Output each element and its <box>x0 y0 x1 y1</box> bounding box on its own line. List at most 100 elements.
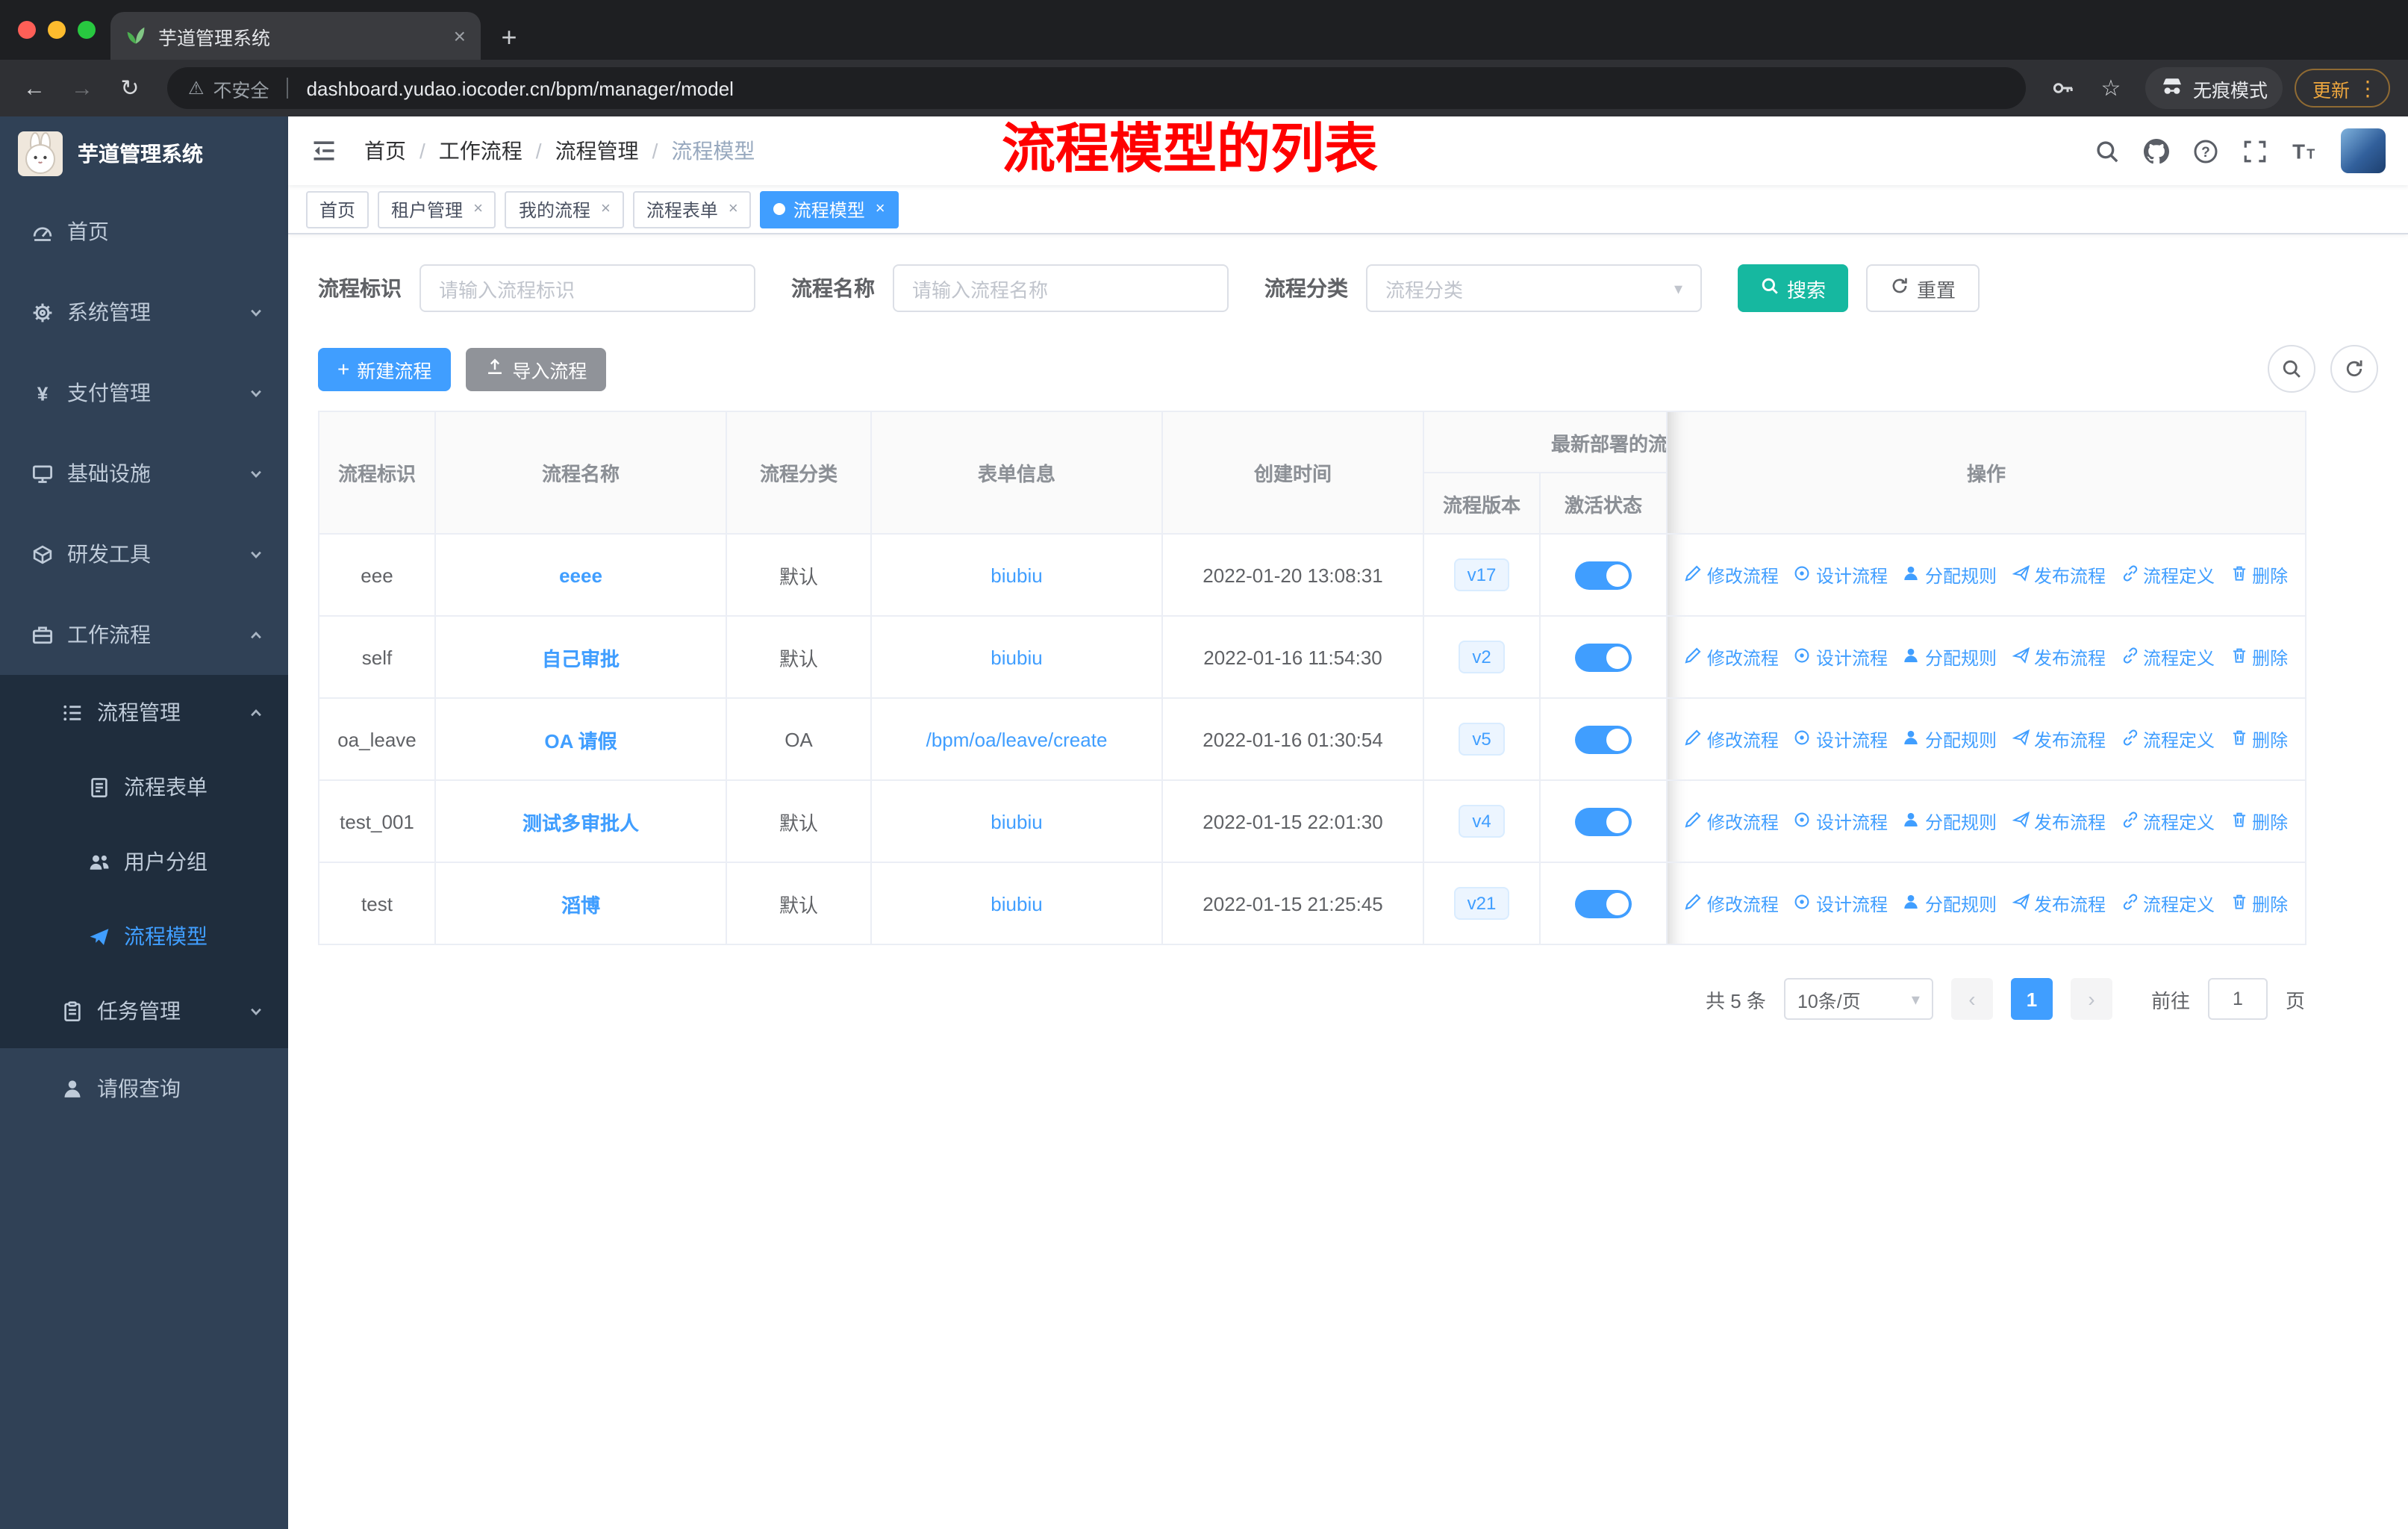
activation-toggle[interactable] <box>1575 889 1632 918</box>
tag-home[interactable]: 首页 <box>306 190 369 228</box>
page-1-button[interactable]: 1 <box>2010 978 2053 1020</box>
form-info-link[interactable]: /bpm/oa/leave/create <box>926 728 1108 750</box>
process-name-input[interactable]: 请输入流程名称 <box>893 264 1229 312</box>
assign-rule-link[interactable]: 分配规则 <box>1903 891 1997 916</box>
tag-close-icon[interactable]: × <box>601 200 611 218</box>
design-link[interactable]: 设计流程 <box>1794 891 1888 916</box>
sidebar-item-user-group[interactable]: 用户分组 <box>0 824 288 899</box>
browser-menu-icon[interactable]: ⋮ <box>2357 75 2378 101</box>
model-name-link[interactable]: eeee <box>559 564 602 586</box>
sidebar-item-task-mgmt[interactable]: 任务管理 <box>0 974 288 1048</box>
delete-link[interactable]: 删除 <box>2230 562 2288 588</box>
publish-link[interactable]: 发布流程 <box>2011 644 2106 670</box>
modify-link[interactable]: 修改流程 <box>1685 891 1779 916</box>
next-page-button[interactable]: › <box>2070 978 2112 1020</box>
search-button[interactable]: 搜索 <box>1738 264 1849 312</box>
form-info-link[interactable]: biubiu <box>991 892 1042 915</box>
close-window-button[interactable] <box>18 21 36 39</box>
tag-tenant-mgmt[interactable]: 租户管理 × <box>378 190 496 228</box>
sidebar-item-process-mgmt[interactable]: 流程管理 <box>0 675 288 750</box>
sidebar-item-process-model[interactable]: 流程模型 <box>0 899 288 974</box>
forward-button[interactable]: → <box>60 66 105 110</box>
breadcrumb-item[interactable]: 工作流程 <box>439 136 523 166</box>
tab-close-icon[interactable]: × <box>454 24 466 48</box>
delete-link[interactable]: 删除 <box>2230 726 2288 752</box>
model-name-link[interactable]: OA 请假 <box>544 729 617 752</box>
assign-rule-link[interactable]: 分配规则 <box>1903 726 1997 752</box>
sidebar-item-home[interactable]: 首页 <box>0 191 288 272</box>
sidebar-item-system-mgmt[interactable]: 系统管理 <box>0 272 288 352</box>
tag-close-icon[interactable]: × <box>876 200 885 218</box>
form-info-link[interactable]: biubiu <box>991 810 1042 832</box>
model-name-link[interactable]: 滔博 <box>561 894 600 916</box>
import-model-button[interactable]: 导入流程 <box>466 347 607 390</box>
form-info-link[interactable]: biubiu <box>991 564 1042 586</box>
activation-toggle[interactable] <box>1575 725 1632 753</box>
definition-link[interactable]: 流程定义 <box>2121 809 2215 834</box>
tag-process-model[interactable]: 流程模型 × <box>760 190 899 228</box>
sidebar-item-process-form[interactable]: 流程表单 <box>0 750 288 824</box>
assign-rule-link[interactable]: 分配规则 <box>1903 644 1997 670</box>
assign-rule-link[interactable]: 分配规则 <box>1903 562 1997 588</box>
browser-tab[interactable]: 芋道管理系统 × <box>110 12 481 60</box>
definition-link[interactable]: 流程定义 <box>2121 726 2215 752</box>
bookmark-star-icon[interactable]: ☆ <box>2089 66 2133 110</box>
definition-link[interactable]: 流程定义 <box>2121 891 2215 916</box>
sidebar-item-workflow[interactable]: 工作流程 <box>0 594 288 675</box>
modify-link[interactable]: 修改流程 <box>1685 562 1779 588</box>
design-link[interactable]: 设计流程 <box>1794 809 1888 834</box>
zoom-window-button[interactable] <box>78 21 96 39</box>
definition-link[interactable]: 流程定义 <box>2121 644 2215 670</box>
reload-button[interactable]: ↻ <box>107 66 152 110</box>
design-link[interactable]: 设计流程 <box>1794 644 1888 670</box>
activation-toggle[interactable] <box>1575 561 1632 589</box>
activation-toggle[interactable] <box>1575 807 1632 835</box>
activation-toggle[interactable] <box>1575 643 1632 671</box>
password-key-icon[interactable] <box>2041 66 2086 110</box>
breadcrumb-item[interactable]: 流程管理 <box>555 136 639 166</box>
delete-link[interactable]: 删除 <box>2230 809 2288 834</box>
process-category-select[interactable]: 流程分类 ▾ <box>1366 264 1702 312</box>
search-icon[interactable] <box>2094 138 2120 164</box>
modify-link[interactable]: 修改流程 <box>1685 726 1779 752</box>
delete-link[interactable]: 删除 <box>2230 891 2288 916</box>
update-button[interactable]: 更新 ⋮ <box>2294 69 2390 108</box>
tag-close-icon[interactable]: × <box>729 200 738 218</box>
breadcrumb-item[interactable]: 首页 <box>364 136 406 166</box>
font-size-icon[interactable]: TT <box>2292 138 2317 164</box>
tag-my-process[interactable]: 我的流程 × <box>505 190 624 228</box>
create-model-button[interactable]: + 新建流程 <box>318 347 452 390</box>
address-bar[interactable]: ⚠ 不安全 dashboard.yudao.iocoder.cn/bpm/man… <box>167 67 2026 109</box>
toggle-search-button[interactable] <box>2268 345 2315 393</box>
model-name-link[interactable]: 测试多审批人 <box>523 812 639 834</box>
publish-link[interactable]: 发布流程 <box>2011 726 2106 752</box>
sidebar-item-dev-tools[interactable]: 研发工具 <box>0 514 288 594</box>
publish-link[interactable]: 发布流程 <box>2011 891 2106 916</box>
delete-link[interactable]: 删除 <box>2230 644 2288 670</box>
prev-page-button[interactable]: ‹ <box>1950 978 1993 1020</box>
design-link[interactable]: 设计流程 <box>1794 562 1888 588</box>
modify-link[interactable]: 修改流程 <box>1685 809 1779 834</box>
form-info-link[interactable]: biubiu <box>991 646 1042 668</box>
tag-close-icon[interactable]: × <box>473 200 483 218</box>
fold-sidebar-icon[interactable] <box>311 137 337 164</box>
design-link[interactable]: 设计流程 <box>1794 726 1888 752</box>
modify-link[interactable]: 修改流程 <box>1685 644 1779 670</box>
new-tab-button[interactable]: + <box>487 15 531 60</box>
publish-link[interactable]: 发布流程 <box>2011 562 2106 588</box>
github-icon[interactable] <box>2144 138 2169 164</box>
process-key-input[interactable]: 请输入流程标识 <box>419 264 755 312</box>
reset-button[interactable]: 重置 <box>1866 264 1980 312</box>
refresh-table-button[interactable] <box>2330 345 2378 393</box>
publish-link[interactable]: 发布流程 <box>2011 809 2106 834</box>
help-icon[interactable]: ? <box>2193 138 2218 164</box>
sidebar-item-infrastructure[interactable]: 基础设施 <box>0 433 288 514</box>
back-button[interactable]: ← <box>12 66 57 110</box>
fullscreen-icon[interactable] <box>2242 138 2268 164</box>
sidebar-item-leave-query[interactable]: 请假查询 <box>0 1048 288 1129</box>
page-size-select[interactable]: 10条/页 ▾ <box>1783 978 1933 1020</box>
model-name-link[interactable]: 自己审批 <box>542 647 620 670</box>
goto-page-input[interactable]: 1 <box>2207 978 2268 1020</box>
assign-rule-link[interactable]: 分配规则 <box>1903 809 1997 834</box>
minimize-window-button[interactable] <box>48 21 66 39</box>
